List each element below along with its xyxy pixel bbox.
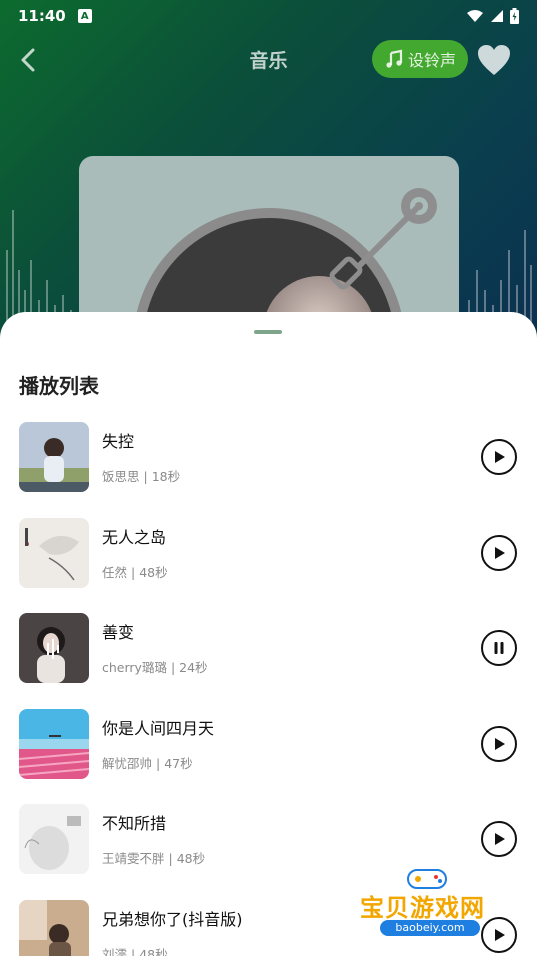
play-button[interactable] bbox=[481, 726, 517, 762]
track-duration: 48秒 bbox=[176, 851, 206, 866]
playlist-title: 播放列表 bbox=[19, 374, 99, 398]
playlist-sheet: 播放列表 失控 饭思思 | 18秒 无人之岛 任然 | 48秒 善变 cherr… bbox=[0, 312, 537, 956]
album-cover bbox=[19, 709, 89, 779]
track-meta: 王靖雯不胖 | 48秒 bbox=[102, 848, 205, 867]
playlist-item[interactable]: 无人之岛 任然 | 48秒 bbox=[0, 518, 537, 590]
track-meta: 刘濡 | 48秒 bbox=[102, 944, 168, 956]
playlist-item[interactable]: 你是人间四月天 解忧邵帅 | 47秒 bbox=[0, 709, 537, 781]
track-meta: 饭思思 | 18秒 bbox=[102, 466, 180, 485]
track-title: 善变 bbox=[102, 623, 135, 642]
play-button[interactable] bbox=[481, 535, 517, 571]
track-title: 无人之岛 bbox=[102, 528, 167, 547]
watermark-url: baobeiy.com bbox=[380, 920, 480, 936]
pause-button[interactable] bbox=[481, 630, 517, 666]
track-duration: 47秒 bbox=[164, 756, 193, 771]
playlist-item[interactable]: 失控 饭思思 | 18秒 bbox=[0, 422, 537, 494]
track-artist: 饭思思 bbox=[102, 469, 140, 484]
play-icon bbox=[495, 738, 505, 750]
track-duration: 18秒 bbox=[151, 469, 181, 484]
track-meta: 任然 | 48秒 bbox=[102, 562, 168, 581]
album-cover bbox=[19, 804, 89, 874]
signal-icon bbox=[491, 10, 503, 22]
meta-divider: | bbox=[156, 756, 165, 771]
battery-icon bbox=[510, 8, 519, 24]
track-duration: 48秒 bbox=[139, 565, 168, 580]
sheet-drag-handle[interactable] bbox=[254, 330, 282, 334]
play-icon bbox=[495, 451, 505, 463]
track-duration: 24秒 bbox=[179, 660, 208, 675]
meta-divider: | bbox=[131, 947, 140, 956]
status-bar: 11:40 A bbox=[0, 0, 537, 32]
play-button[interactable] bbox=[481, 821, 517, 857]
playlist-item[interactable]: 善变 cherry璐璐 | 24秒 bbox=[0, 613, 537, 685]
set-ringtone-label: 设铃声 bbox=[407, 51, 456, 70]
play-icon bbox=[495, 833, 505, 845]
track-artist: cherry璐璐 bbox=[102, 660, 167, 675]
track-artist: 任然 bbox=[102, 565, 128, 580]
track-artist: 解忧邵帅 bbox=[102, 756, 153, 771]
track-meta: 解忧邵帅 | 47秒 bbox=[102, 753, 193, 772]
track-title: 你是人间四月天 bbox=[102, 719, 215, 738]
status-time: 11:40 bbox=[18, 7, 66, 25]
play-button[interactable] bbox=[481, 439, 517, 475]
track-artist: 刘濡 bbox=[102, 947, 128, 956]
wifi-icon bbox=[467, 10, 483, 22]
track-duration: 48秒 bbox=[139, 947, 168, 956]
meta-divider: | bbox=[131, 565, 140, 580]
pause-icon bbox=[494, 642, 504, 654]
site-watermark: 宝贝游戏网 baobeiy.com bbox=[360, 862, 510, 952]
status-icons bbox=[466, 8, 519, 24]
track-meta: cherry璐璐 | 24秒 bbox=[102, 657, 208, 676]
track-title: 兄弟想你了(抖音版) bbox=[102, 910, 243, 929]
meta-divider: | bbox=[170, 660, 180, 675]
album-cover bbox=[19, 422, 89, 492]
music-note-icon bbox=[386, 49, 403, 68]
top-nav: 音乐 设铃声 bbox=[0, 38, 537, 82]
play-icon bbox=[495, 547, 505, 559]
favorite-button[interactable] bbox=[476, 43, 512, 77]
tonearm-icon bbox=[329, 188, 437, 290]
album-cover bbox=[19, 518, 89, 588]
album-cover bbox=[19, 900, 89, 956]
watermark-text: 宝贝游戏网 bbox=[360, 894, 485, 922]
meta-divider: | bbox=[143, 469, 152, 484]
set-ringtone-button[interactable]: 设铃声 bbox=[372, 40, 468, 78]
meta-divider: | bbox=[168, 851, 177, 866]
notification-app-icon: A bbox=[77, 9, 92, 23]
heart-icon bbox=[478, 45, 510, 75]
track-title: 不知所措 bbox=[102, 814, 167, 833]
track-artist: 王靖雯不胖 bbox=[102, 851, 165, 866]
track-title: 失控 bbox=[102, 432, 135, 451]
album-cover bbox=[19, 613, 89, 683]
